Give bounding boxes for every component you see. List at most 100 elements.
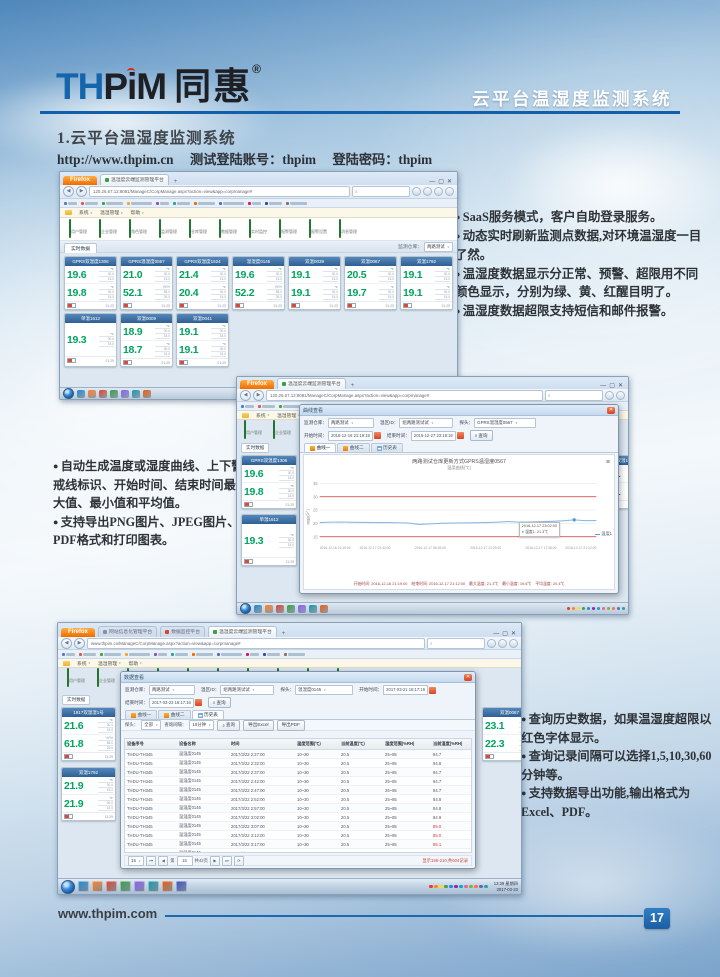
maximize-icon[interactable]: ▢ bbox=[438, 178, 444, 185]
firefox-menu-button[interactable]: Firefox bbox=[240, 380, 274, 389]
new-tab-button[interactable]: + bbox=[280, 631, 288, 637]
interval-select[interactable]: 10分钟▼ bbox=[189, 720, 214, 730]
browser-tab[interactable]: 网站信息化管理平台 bbox=[98, 626, 157, 637]
warehouse-select[interactable]: 两路测试▼ bbox=[149, 685, 195, 695]
tray-icon[interactable] bbox=[602, 607, 606, 611]
tab-curve-2[interactable]: 曲线二 bbox=[158, 710, 190, 719]
bookmark-item[interactable] bbox=[125, 653, 150, 656]
minimize-icon[interactable]: — bbox=[429, 179, 435, 185]
sensor-card[interactable]: 双温0041 19.1℃30.015.0 19.1℃30.015.0 21:29 bbox=[176, 313, 229, 367]
tray-icon[interactable] bbox=[479, 885, 483, 889]
tray-icon[interactable] bbox=[607, 607, 611, 611]
sensor-card[interactable]: 单温1612 19.3℃30.015.0 21:29 bbox=[241, 514, 297, 566]
taskbar-app-icon[interactable] bbox=[121, 390, 129, 398]
menu-monitor[interactable]: 温湿管理▼ bbox=[100, 209, 124, 216]
close-icon[interactable]: ✕ bbox=[447, 178, 452, 185]
tray-icon[interactable] bbox=[474, 885, 478, 889]
download-icon[interactable] bbox=[498, 639, 507, 648]
zone-select[interactable]: 组两路测试试▼ bbox=[399, 418, 453, 428]
tray-icon[interactable] bbox=[449, 885, 453, 889]
bookmark-item[interactable] bbox=[263, 653, 280, 656]
tray-icon[interactable] bbox=[622, 607, 626, 611]
menu-monitor[interactable]: 温湿管理▼ bbox=[98, 660, 122, 667]
maximize-icon[interactable]: ▢ bbox=[609, 382, 615, 389]
toolbar-button[interactable]: 实时监控 bbox=[245, 220, 271, 238]
bookmark-item[interactable] bbox=[279, 405, 300, 408]
home-icon[interactable] bbox=[412, 187, 421, 196]
sensor-card[interactable]: 双温1792 19.1℃30.015.0 19.1℃30.015.0 21:29 bbox=[400, 256, 453, 310]
prev-page-icon[interactable]: ◀ bbox=[158, 856, 168, 866]
forward-icon[interactable]: ▶ bbox=[76, 186, 87, 197]
taskbar-app-icon[interactable] bbox=[309, 605, 317, 613]
table-row[interactable]: THDU-TH345 温湿度0145 2017/3/22 3:07:00 10~… bbox=[125, 822, 472, 831]
bookmark-item[interactable] bbox=[192, 653, 213, 656]
bookmark-item[interactable] bbox=[241, 405, 254, 408]
maximize-icon[interactable]: ▢ bbox=[502, 630, 508, 637]
bookmark-icon[interactable] bbox=[423, 187, 432, 196]
back-icon[interactable]: ◀ bbox=[63, 186, 74, 197]
bookmark-item[interactable] bbox=[219, 202, 244, 205]
toolbar-button[interactable]: 企业管理 bbox=[95, 220, 121, 238]
chart-menu-icon[interactable]: ≡ bbox=[606, 459, 610, 466]
chart-legend[interactable]: 温度1 bbox=[595, 531, 612, 537]
bookmark-item[interactable] bbox=[248, 202, 261, 205]
new-tab-button[interactable]: + bbox=[172, 179, 180, 185]
search-box[interactable]: ⌕ bbox=[545, 390, 603, 401]
back-icon[interactable]: ◀ bbox=[240, 390, 251, 401]
tray-icon[interactable] bbox=[577, 607, 581, 611]
menu-monitor[interactable]: 温湿管理▼ bbox=[277, 412, 301, 419]
sensor-card[interactable]: GPRS双温度1306 19.6℃30.015.0 19.8℃30.015.0 … bbox=[64, 256, 117, 310]
search-box[interactable]: ⌕ bbox=[427, 638, 485, 649]
browser-tab[interactable]: 温湿度云端监测管理平台 bbox=[100, 174, 169, 185]
toolbar-button[interactable]: 用户管理 bbox=[65, 220, 91, 238]
minimize-icon[interactable]: — bbox=[600, 383, 606, 389]
home-icon[interactable] bbox=[487, 639, 496, 648]
sensor-card[interactable]: 1917双温湿1号 21.6℃30.015.0 61.8%RH85.025.0 … bbox=[61, 707, 116, 761]
table-row[interactable]: THDU-TH345 温湿度0145 2017/3/22 2:52:00 10~… bbox=[125, 795, 472, 804]
toolbar-button[interactable]: 消息管理 bbox=[335, 220, 361, 238]
query-button[interactable]: ⌕查询 bbox=[470, 430, 493, 441]
table-row[interactable]: THDU-TH345 温湿度0145 2017/3/22 2:57:00 10~… bbox=[125, 804, 472, 813]
end-time-input[interactable]: 2016-12-27 23:19:19 bbox=[411, 431, 456, 441]
settings-icon[interactable] bbox=[445, 187, 454, 196]
sensor-card[interactable]: 温湿度0145 19.6℃30.015.0 52.2%RH85.025.0 21… bbox=[232, 256, 285, 310]
warehouse-select[interactable]: 两路测试▼ bbox=[424, 242, 453, 252]
start-button[interactable] bbox=[61, 880, 75, 894]
tray-icon[interactable] bbox=[592, 607, 596, 611]
query-button[interactable]: ⌕查询 bbox=[208, 697, 231, 708]
bookmark-item[interactable] bbox=[156, 202, 169, 205]
address-bar[interactable]: 120.26.67.12:8081/ManageC/CorpManage.asp… bbox=[266, 390, 543, 401]
bookmark-item[interactable] bbox=[154, 653, 167, 656]
sensor-card[interactable]: GPRS双温度1306 19.6℃30.015.0 19.8℃30.015.0 … bbox=[241, 455, 297, 509]
tray-icon[interactable] bbox=[612, 607, 616, 611]
bookmark-item[interactable] bbox=[258, 405, 275, 408]
bookmark-item[interactable] bbox=[81, 202, 98, 205]
export-excel-button[interactable]: 导出Excel bbox=[243, 720, 273, 731]
bookmark-item[interactable] bbox=[246, 653, 259, 656]
table-row[interactable]: THDU-TH345 温湿度0145 2017/3/22 3:12:00 10~… bbox=[125, 831, 472, 840]
start-button[interactable] bbox=[63, 388, 74, 399]
bookmark-item[interactable] bbox=[62, 653, 75, 656]
browser-tab[interactable]: 数据监控平台 bbox=[160, 626, 205, 637]
tray-icon[interactable] bbox=[434, 885, 438, 889]
bookmark-item[interactable] bbox=[102, 202, 123, 205]
toolbar-button[interactable]: 企业管理 bbox=[269, 421, 295, 439]
bookmark-item[interactable] bbox=[64, 202, 77, 205]
end-time-input[interactable]: 2017-03-23 16:17:16 bbox=[149, 698, 194, 708]
tab-curve-2[interactable]: 曲线二 bbox=[337, 443, 369, 452]
first-page-icon[interactable]: ⏮ bbox=[146, 856, 156, 866]
menu-system[interactable]: 系统▼ bbox=[79, 209, 93, 216]
address-bar[interactable]: www.thpim.cn/ManageC/CorpManage.aspx?act… bbox=[87, 638, 425, 649]
close-icon[interactable]: ✕ bbox=[618, 382, 623, 389]
sensor-card[interactable]: 双温0067 20.5℃30.015.0 19.7℃30.015.0 21:29 bbox=[344, 256, 397, 310]
calendar-icon[interactable] bbox=[195, 699, 202, 706]
browser-tab-active[interactable]: 温湿度云端监测管理平台 bbox=[208, 626, 277, 637]
toolbar-button[interactable]: 用户管理 bbox=[240, 421, 266, 439]
taskbar-app-icon[interactable] bbox=[106, 881, 117, 892]
taskbar-app-icon[interactable] bbox=[92, 881, 103, 892]
taskbar-app-icon[interactable] bbox=[134, 881, 145, 892]
table-row[interactable]: THDU-TH345 温湿度0145 2017/3/22 3:02:00 10~… bbox=[125, 813, 472, 822]
table-row[interactable]: THDU-TH345 温湿度0145 2017/3/22 2:42:00 10~… bbox=[125, 777, 472, 786]
tray-icon[interactable] bbox=[444, 885, 448, 889]
taskbar-clock[interactable]: 13:29 星期四2017-03-23 bbox=[491, 881, 518, 892]
